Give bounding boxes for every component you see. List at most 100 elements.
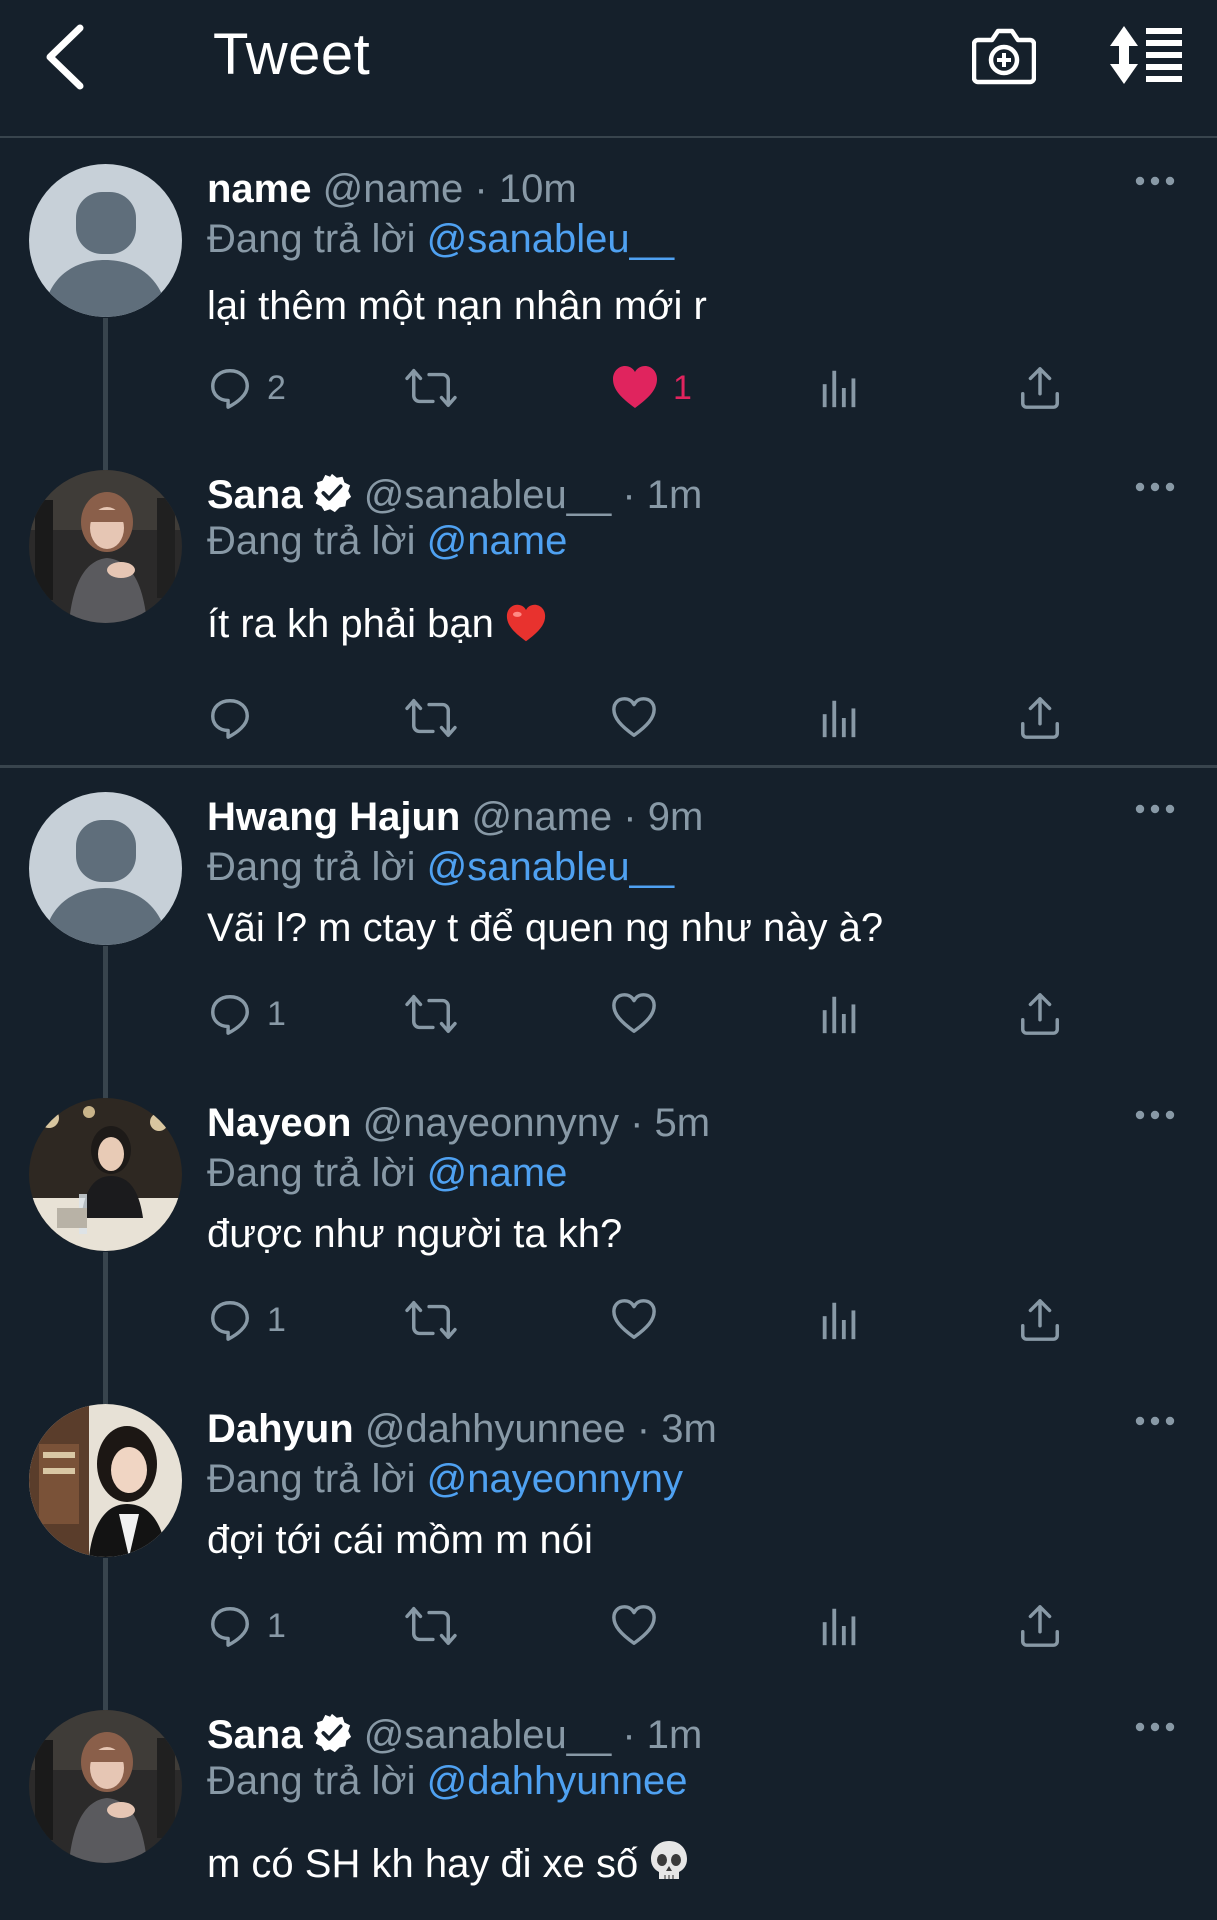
replying-to: Đang trả lời @dahhyunnee — [207, 1756, 688, 1806]
reply-button[interactable]: 1 — [207, 984, 286, 1044]
tweet-text-content: Vãi l? m ctay t để quen ng như này à? — [207, 906, 884, 950]
separator-dot: · — [474, 167, 488, 211]
retweet-icon — [403, 1603, 459, 1649]
timestamp: 10m — [498, 167, 577, 211]
retweet-button[interactable] — [403, 984, 459, 1044]
more-icon[interactable] — [1135, 1414, 1175, 1428]
user-handle[interactable]: @sanableu__ — [364, 473, 611, 517]
display-name[interactable]: name — [207, 167, 312, 211]
avatar[interactable] — [29, 470, 182, 623]
replying-to-mention[interactable]: @name — [427, 1151, 568, 1195]
tweet-header: Sana @sanableu__ · 1m — [207, 470, 702, 520]
replying-to-label: Đang trả lời — [207, 1151, 416, 1195]
user-handle[interactable]: @nayeonnyny — [363, 1101, 619, 1145]
replying-to-mention[interactable]: @name — [427, 519, 568, 563]
tweet[interactable]: name @name · 10m Đang trả lời @sanableu_… — [0, 164, 1217, 434]
analytics-button[interactable] — [817, 358, 863, 418]
user-handle[interactable]: @name — [323, 167, 464, 211]
display-name[interactable]: Dahyun — [207, 1407, 354, 1451]
display-name[interactable]: Sana — [207, 473, 303, 517]
share-button[interactable] — [1017, 358, 1063, 418]
avatar[interactable] — [29, 1710, 182, 1863]
page-title: Tweet — [213, 22, 371, 87]
separator-dot: · — [622, 473, 636, 517]
retweet-icon — [403, 695, 459, 741]
replying-to-label: Đang trả lời — [207, 519, 416, 563]
analytics-button[interactable] — [817, 1596, 863, 1656]
tweet[interactable]: Sana @sanableu__ · 1m Đang trả lời @dahh… — [0, 1710, 1217, 1920]
replying-to-mention[interactable]: @sanableu__ — [427, 845, 674, 889]
tweet[interactable]: Sana @sanableu__ · 1m Đang trả lời @name… — [0, 470, 1217, 760]
heart-icon — [611, 364, 659, 412]
share-icon — [1017, 1297, 1063, 1343]
user-handle[interactable]: @dahhyunnee — [365, 1407, 626, 1451]
tweet-text-content: lại thêm một nạn nhân mới r — [207, 284, 707, 328]
tweet-text-content: được như người ta kh? — [207, 1212, 623, 1256]
reply-button[interactable]: 1 — [207, 1290, 286, 1350]
retweet-button[interactable] — [403, 358, 459, 418]
tweet-actions: 1 — [207, 984, 1087, 1044]
display-name[interactable]: Hwang Hajun — [207, 795, 460, 839]
more-icon[interactable] — [1135, 480, 1175, 494]
tweet-text-content: ít ra kh phải bạn — [207, 602, 494, 646]
reply-count: 2 — [267, 368, 286, 407]
user-handle[interactable]: @sanableu__ — [364, 1713, 611, 1757]
avatar[interactable] — [29, 164, 182, 317]
more-icon[interactable] — [1135, 802, 1175, 816]
replying-to-label: Đang trả lời — [207, 1457, 416, 1501]
display-name[interactable]: Sana — [207, 1713, 303, 1757]
tweet-text-content: đợi tới cái mồm m nói — [207, 1518, 593, 1562]
more-icon[interactable] — [1135, 174, 1175, 188]
share-button[interactable] — [1017, 1596, 1063, 1656]
retweet-button[interactable] — [403, 688, 459, 748]
more-icon[interactable] — [1135, 1720, 1175, 1734]
reply-count: 1 — [267, 994, 286, 1033]
analytics-button[interactable] — [817, 984, 863, 1044]
camera-plus-icon[interactable] — [972, 24, 1036, 86]
reply-button[interactable]: 2 — [207, 358, 286, 418]
tweet[interactable]: Nayeon @nayeonnyny · 5m Đang trả lời @na… — [0, 1098, 1217, 1368]
like-button[interactable] — [611, 1596, 657, 1656]
user-handle[interactable]: @name — [471, 795, 612, 839]
more-icon[interactable] — [1135, 1108, 1175, 1122]
tweet-text: m có SH kh hay đi xe số — [207, 1838, 689, 1890]
timestamp: 1m — [646, 473, 703, 517]
share-button[interactable] — [1017, 984, 1063, 1044]
analytics-icon — [817, 991, 863, 1037]
like-button[interactable] — [611, 688, 657, 748]
replying-to-mention[interactable]: @nayeonnyny — [427, 1457, 683, 1501]
replying-to: Đang trả lời @nayeonnyny — [207, 1454, 683, 1504]
verified-badge-icon — [311, 1712, 353, 1754]
chevron-left-icon[interactable] — [40, 22, 90, 92]
share-button[interactable] — [1017, 1290, 1063, 1350]
sort-icon[interactable] — [1108, 24, 1184, 86]
share-button[interactable] — [1017, 688, 1063, 748]
heart-icon — [611, 1603, 657, 1649]
replying-to-mention[interactable]: @sanableu__ — [427, 217, 674, 261]
share-icon — [1017, 991, 1063, 1037]
reply-icon — [207, 991, 253, 1037]
reply-button[interactable]: 1 — [207, 1596, 286, 1656]
replying-to: Đang trả lời @name — [207, 516, 567, 566]
analytics-button[interactable] — [817, 688, 863, 748]
like-button[interactable]: 1 — [611, 358, 692, 418]
analytics-button[interactable] — [817, 1290, 863, 1350]
like-button[interactable] — [611, 984, 657, 1044]
retweet-button[interactable] — [403, 1290, 459, 1350]
reply-button[interactable] — [207, 688, 253, 748]
tweet[interactable]: Dahyun @dahhyunnee · 3m Đang trả lời @na… — [0, 1404, 1217, 1674]
avatar[interactable] — [29, 1404, 182, 1557]
display-name[interactable]: Nayeon — [207, 1101, 352, 1145]
tweet[interactable]: Hwang Hajun @name · 9m Đang trả lời @san… — [0, 792, 1217, 1062]
share-icon — [1017, 365, 1063, 411]
avatar[interactable] — [29, 1098, 182, 1251]
avatar[interactable] — [29, 792, 182, 945]
replying-to-mention[interactable]: @dahhyunnee — [427, 1759, 688, 1803]
replying-to: Đang trả lời @sanableu__ — [207, 214, 674, 264]
like-button[interactable] — [611, 1290, 657, 1350]
red-heart-emoji — [506, 604, 546, 642]
tweet-header: Sana @sanableu__ · 1m — [207, 1710, 702, 1760]
share-icon — [1017, 1603, 1063, 1649]
heart-icon — [611, 1297, 657, 1343]
retweet-button[interactable] — [403, 1596, 459, 1656]
